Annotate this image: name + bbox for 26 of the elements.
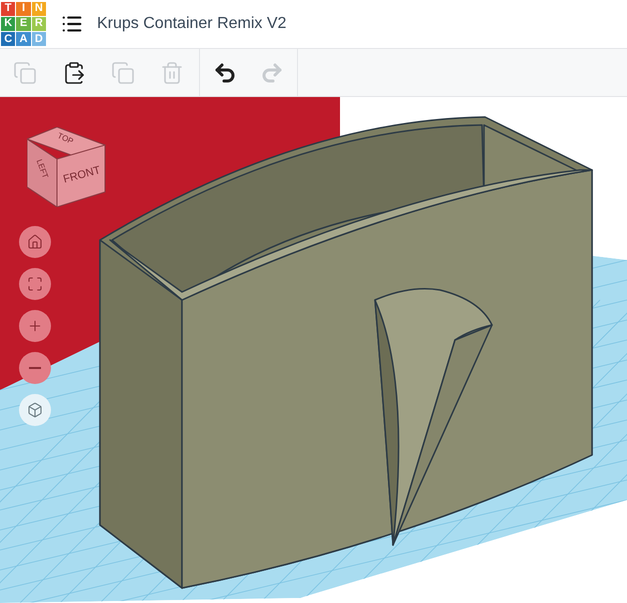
cube-face-label: FRONT <box>62 163 102 188</box>
paste-icon <box>62 60 86 84</box>
home-icon <box>27 234 43 250</box>
redo-icon <box>260 60 284 84</box>
view-cube[interactable]: TOP LEFT FRONT <box>27 127 107 207</box>
logo-letter: I <box>16 2 31 16</box>
logo-letter: T <box>1 2 16 16</box>
logo-letter: D <box>32 32 46 46</box>
design-title[interactable]: Krups Container Remix V2 <box>97 12 286 36</box>
cube-outline-icon <box>27 402 43 418</box>
trash-icon <box>160 60 184 84</box>
logo-letter: A <box>16 32 31 46</box>
logo-letter: C <box>1 32 16 46</box>
logo-letter: K <box>1 16 16 31</box>
cube-face-label: LEFT <box>34 158 51 180</box>
cube-face-label: TOP <box>55 130 76 148</box>
duplicate-icon <box>111 60 135 84</box>
logo[interactable]: T I N K E R C A D <box>1 2 46 46</box>
logo-letter: E <box>16 16 31 31</box>
logo-letter: R <box>32 16 46 31</box>
plus-icon <box>27 318 43 334</box>
undo-icon <box>213 60 237 84</box>
minus-icon <box>29 367 41 369</box>
copy-icon <box>13 60 37 84</box>
fit-view-icon <box>27 276 43 292</box>
logo-letter: N <box>32 2 46 16</box>
